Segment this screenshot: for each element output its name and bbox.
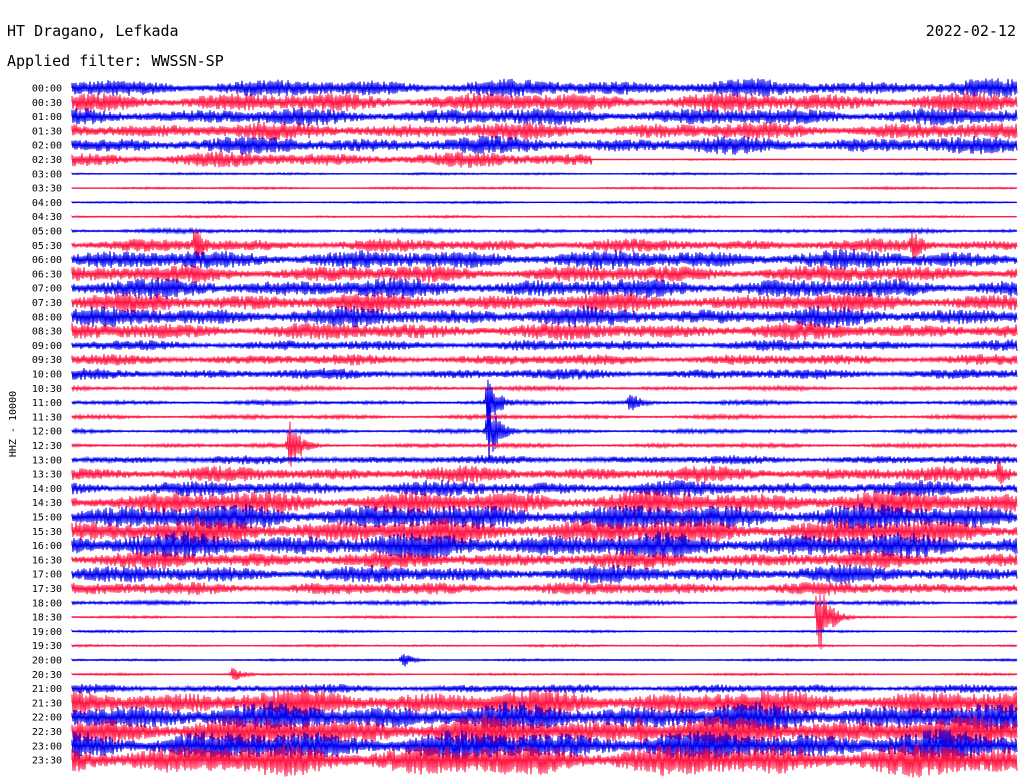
row-time-label: 13:00 [32, 455, 62, 466]
row-time-label: 16:00 [32, 541, 62, 552]
row-time-label: 12:00 [32, 427, 62, 438]
row-time-label: 14:00 [32, 484, 62, 495]
row-time-label: 15:30 [32, 527, 62, 538]
row-time-label: 08:30 [32, 327, 62, 338]
row-time-label: 01:30 [32, 126, 62, 137]
row-time-label: 04:00 [32, 198, 62, 209]
row-time-label: 14:30 [32, 498, 62, 509]
trace-line [71, 459, 1018, 485]
row-time-label: 18:00 [32, 598, 62, 609]
row-time-label: 06:00 [32, 255, 62, 266]
row-time-label: 23:00 [32, 741, 62, 752]
row-time-label: 09:30 [32, 355, 62, 366]
row-time-label: 20:30 [32, 670, 62, 681]
row-time-label: 22:30 [32, 727, 62, 738]
row-time-label: 13:30 [32, 470, 62, 481]
row-time-label: 08:00 [32, 312, 62, 323]
row-time-label: 06:30 [32, 269, 62, 280]
row-time-label: 03:00 [32, 169, 62, 180]
row-time-label: 11:00 [32, 398, 62, 409]
row-time-label: 20:00 [32, 656, 62, 667]
helicorder-plot: HHZ - 10000 00:00 00:30 01:00 01:30 02:00 02:3… [8, 78, 1018, 778]
row-time-label: 11:30 [32, 412, 62, 423]
channel-label: HHZ - 10000 [8, 391, 19, 457]
row-time-label: 03:30 [32, 184, 62, 195]
row-time-label: 17:00 [32, 570, 62, 581]
row-time-label: 15:00 [32, 513, 62, 524]
row-time-label: 00:00 [32, 84, 62, 95]
row-time-label: 04:30 [32, 212, 62, 223]
row-time-label: 07:00 [32, 284, 62, 295]
row-time-label: 23:30 [32, 756, 62, 767]
row-time-label: 09:00 [32, 341, 62, 352]
row-time-label: 19:30 [32, 641, 62, 652]
row-time-label: 07:30 [32, 298, 62, 309]
row-time-label: 02:00 [32, 141, 62, 152]
row-time-label: 21:00 [32, 684, 62, 695]
row-time-label: 22:00 [32, 713, 62, 724]
row-time-label: 00:30 [32, 98, 62, 109]
row-time-label: 12:30 [32, 441, 62, 452]
row-time-label: 18:30 [32, 613, 62, 624]
row-time-label: 05:00 [32, 227, 62, 238]
row-time-label: 21:30 [32, 698, 62, 709]
row-time-label: 16:30 [32, 555, 62, 566]
row-time-label: 01:00 [32, 112, 62, 123]
row-time-label: 10:30 [32, 384, 62, 395]
trace-line [71, 402, 1018, 463]
row-time-label: 17:30 [32, 584, 62, 595]
row-time-label: 19:00 [32, 627, 62, 638]
row-time-label: 05:30 [32, 241, 62, 252]
row-time-label: 02:30 [32, 155, 62, 166]
row-time-label: 10:00 [32, 370, 62, 381]
